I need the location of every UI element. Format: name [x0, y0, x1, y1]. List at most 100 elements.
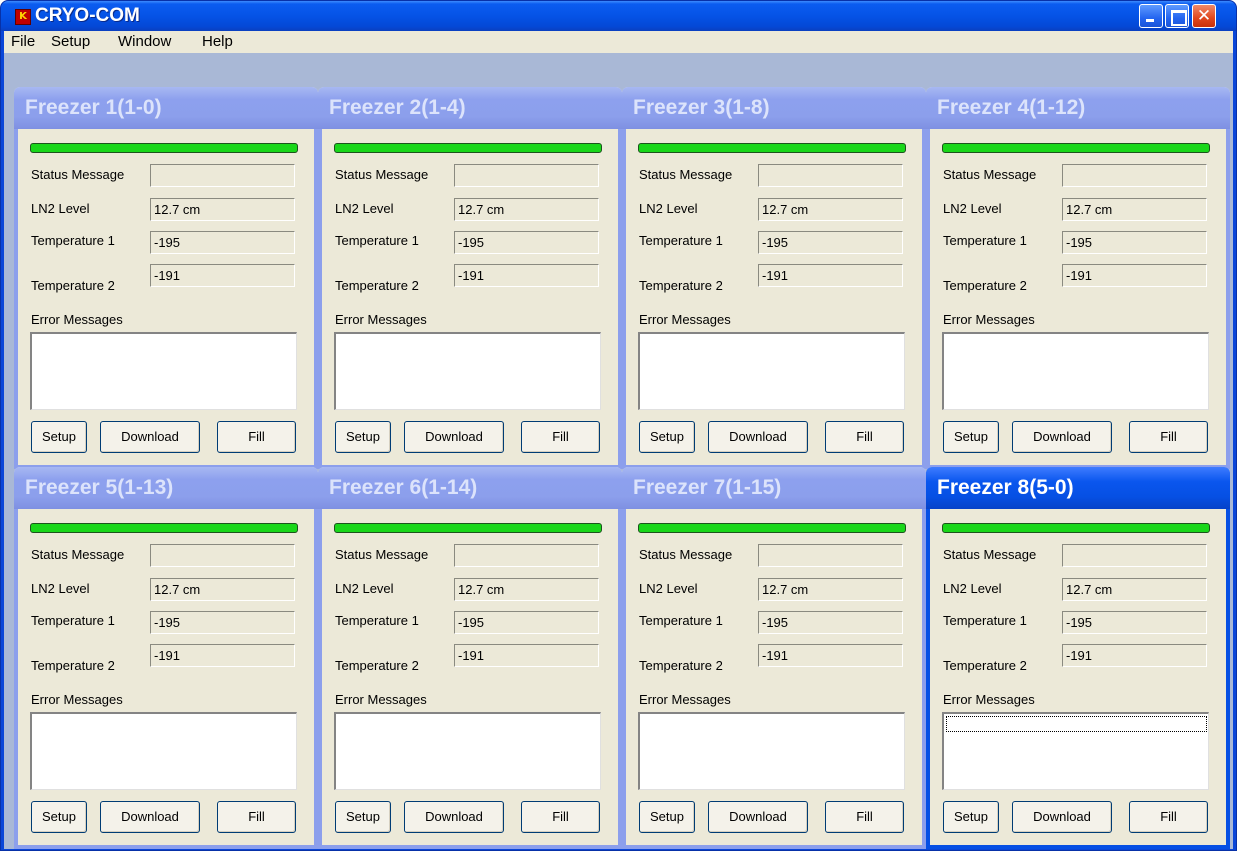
setup-button[interactable]: Setup [639, 421, 695, 453]
fill-button[interactable]: Fill [217, 421, 296, 453]
menu-setup[interactable]: Setup [51, 33, 90, 50]
fill-button[interactable]: Fill [521, 421, 600, 453]
temperature-2-label: Temperature 2 [335, 658, 419, 673]
level-indicator-bar [334, 143, 602, 153]
error-messages-label: Error Messages [335, 692, 427, 707]
error-messages-box[interactable] [334, 332, 601, 410]
level-indicator-bar [638, 143, 906, 153]
app-logo-icon: K [15, 9, 31, 25]
mdi-client-area: Freezer 1(1-0) Status Message LN2 Level 12.… [4, 53, 1233, 849]
download-button[interactable]: Download [404, 801, 504, 833]
error-messages-label: Error Messages [335, 312, 427, 327]
setup-button[interactable]: Setup [639, 801, 695, 833]
menu-help[interactable]: Help [202, 33, 233, 50]
download-button[interactable]: Download [1012, 801, 1112, 833]
status-message-field [758, 164, 903, 187]
download-button[interactable]: Download [708, 421, 808, 453]
ln2-level-field: 12.7 cm [150, 198, 295, 221]
error-messages-label: Error Messages [639, 312, 731, 327]
minimize-button[interactable] [1139, 4, 1163, 28]
status-message-field [1062, 544, 1207, 567]
setup-button[interactable]: Setup [943, 801, 999, 833]
close-button[interactable]: ✕ [1192, 4, 1216, 28]
panel-title: Freezer 6(1-14) [329, 476, 478, 499]
panel-title-bar[interactable]: Freezer 3(1-8) [622, 87, 926, 129]
temperature-1-label: Temperature 1 [943, 613, 1027, 628]
fill-button[interactable]: Fill [217, 801, 296, 833]
temperature-2-field: -191 [150, 644, 295, 667]
setup-button[interactable]: Setup [335, 421, 391, 453]
freezer-panel: Freezer 5(1-13) Status Message LN2 Level 12… [14, 467, 318, 849]
download-button[interactable]: Download [708, 801, 808, 833]
temperature-1-field: -195 [1062, 231, 1207, 254]
temperature-1-label: Temperature 1 [335, 233, 419, 248]
status-message-field [150, 164, 295, 187]
panel-title: Freezer 1(1-0) [25, 96, 162, 119]
panel-title: Freezer 8(5-0) [937, 476, 1074, 499]
temperature-1-field: -195 [1062, 611, 1207, 634]
panel-title: Freezer 4(1-12) [937, 96, 1086, 119]
panel-title: Freezer 5(1-13) [25, 476, 174, 499]
panel-title: Freezer 7(1-15) [633, 476, 782, 499]
panel-title-bar[interactable]: Freezer 1(1-0) [14, 87, 318, 129]
ln2-level-label: LN2 Level [31, 201, 90, 216]
temperature-2-label: Temperature 2 [335, 278, 419, 293]
fill-button[interactable]: Fill [825, 421, 904, 453]
error-messages-box[interactable] [334, 712, 601, 790]
fill-button[interactable]: Fill [1129, 421, 1208, 453]
setup-button[interactable]: Setup [31, 421, 87, 453]
download-button[interactable]: Download [404, 421, 504, 453]
error-messages-label: Error Messages [943, 692, 1035, 707]
freezer-panel: Freezer 3(1-8) Status Message LN2 Level 12.… [622, 87, 926, 469]
error-messages-box[interactable] [30, 712, 297, 790]
maximize-button[interactable] [1165, 4, 1189, 28]
panel-title-bar[interactable]: Freezer 5(1-13) [14, 467, 318, 509]
ln2-level-label: LN2 Level [639, 581, 698, 596]
setup-button[interactable]: Setup [31, 801, 87, 833]
status-message-label: Status Message [943, 547, 1037, 562]
temperature-2-label: Temperature 2 [639, 658, 723, 673]
panel-title-bar[interactable]: Freezer 2(1-4) [318, 87, 622, 129]
temperature-2-label: Temperature 2 [943, 658, 1027, 673]
error-messages-box[interactable] [942, 712, 1209, 790]
ln2-level-field: 12.7 cm [1062, 578, 1207, 601]
panel-title: Freezer 3(1-8) [633, 96, 770, 119]
level-indicator-bar [30, 523, 298, 533]
panel-title-bar[interactable]: Freezer 8(5-0) [926, 467, 1230, 509]
setup-button[interactable]: Setup [943, 421, 999, 453]
status-message-label: Status Message [335, 167, 429, 182]
status-message-field [454, 544, 599, 567]
temperature-2-field: -191 [454, 264, 599, 287]
fill-button[interactable]: Fill [521, 801, 600, 833]
close-icon: ✕ [1196, 6, 1212, 26]
temperature-2-label: Temperature 2 [31, 658, 115, 673]
temperature-1-field: -195 [150, 231, 295, 254]
fill-button[interactable]: Fill [1129, 801, 1208, 833]
window-title: CRYO-COM [35, 5, 140, 26]
setup-button[interactable]: Setup [335, 801, 391, 833]
ln2-level-field: 12.7 cm [454, 578, 599, 601]
ln2-level-label: LN2 Level [639, 201, 698, 216]
error-messages-box[interactable] [638, 332, 905, 410]
temperature-1-field: -195 [454, 231, 599, 254]
error-messages-box[interactable] [942, 332, 1209, 410]
temperature-1-label: Temperature 1 [639, 233, 723, 248]
temperature-1-label: Temperature 1 [335, 613, 419, 628]
error-messages-box[interactable] [30, 332, 297, 410]
temperature-2-field: -191 [150, 264, 295, 287]
title-bar[interactable]: K CRYO-COM ✕ [1, 1, 1236, 31]
freezer-panel: Freezer 6(1-14) Status Message LN2 Level 12… [318, 467, 622, 849]
menu-file[interactable]: File [11, 33, 35, 50]
download-button[interactable]: Download [100, 801, 200, 833]
level-indicator-bar [30, 143, 298, 153]
panel-title-bar[interactable]: Freezer 7(1-15) [622, 467, 926, 509]
error-messages-box[interactable] [638, 712, 905, 790]
panel-title-bar[interactable]: Freezer 4(1-12) [926, 87, 1230, 129]
ln2-level-field: 12.7 cm [1062, 198, 1207, 221]
download-button[interactable]: Download [100, 421, 200, 453]
menu-window[interactable]: Window [118, 33, 171, 50]
panel-title-bar[interactable]: Freezer 6(1-14) [318, 467, 622, 509]
download-button[interactable]: Download [1012, 421, 1112, 453]
status-message-label: Status Message [639, 547, 733, 562]
fill-button[interactable]: Fill [825, 801, 904, 833]
